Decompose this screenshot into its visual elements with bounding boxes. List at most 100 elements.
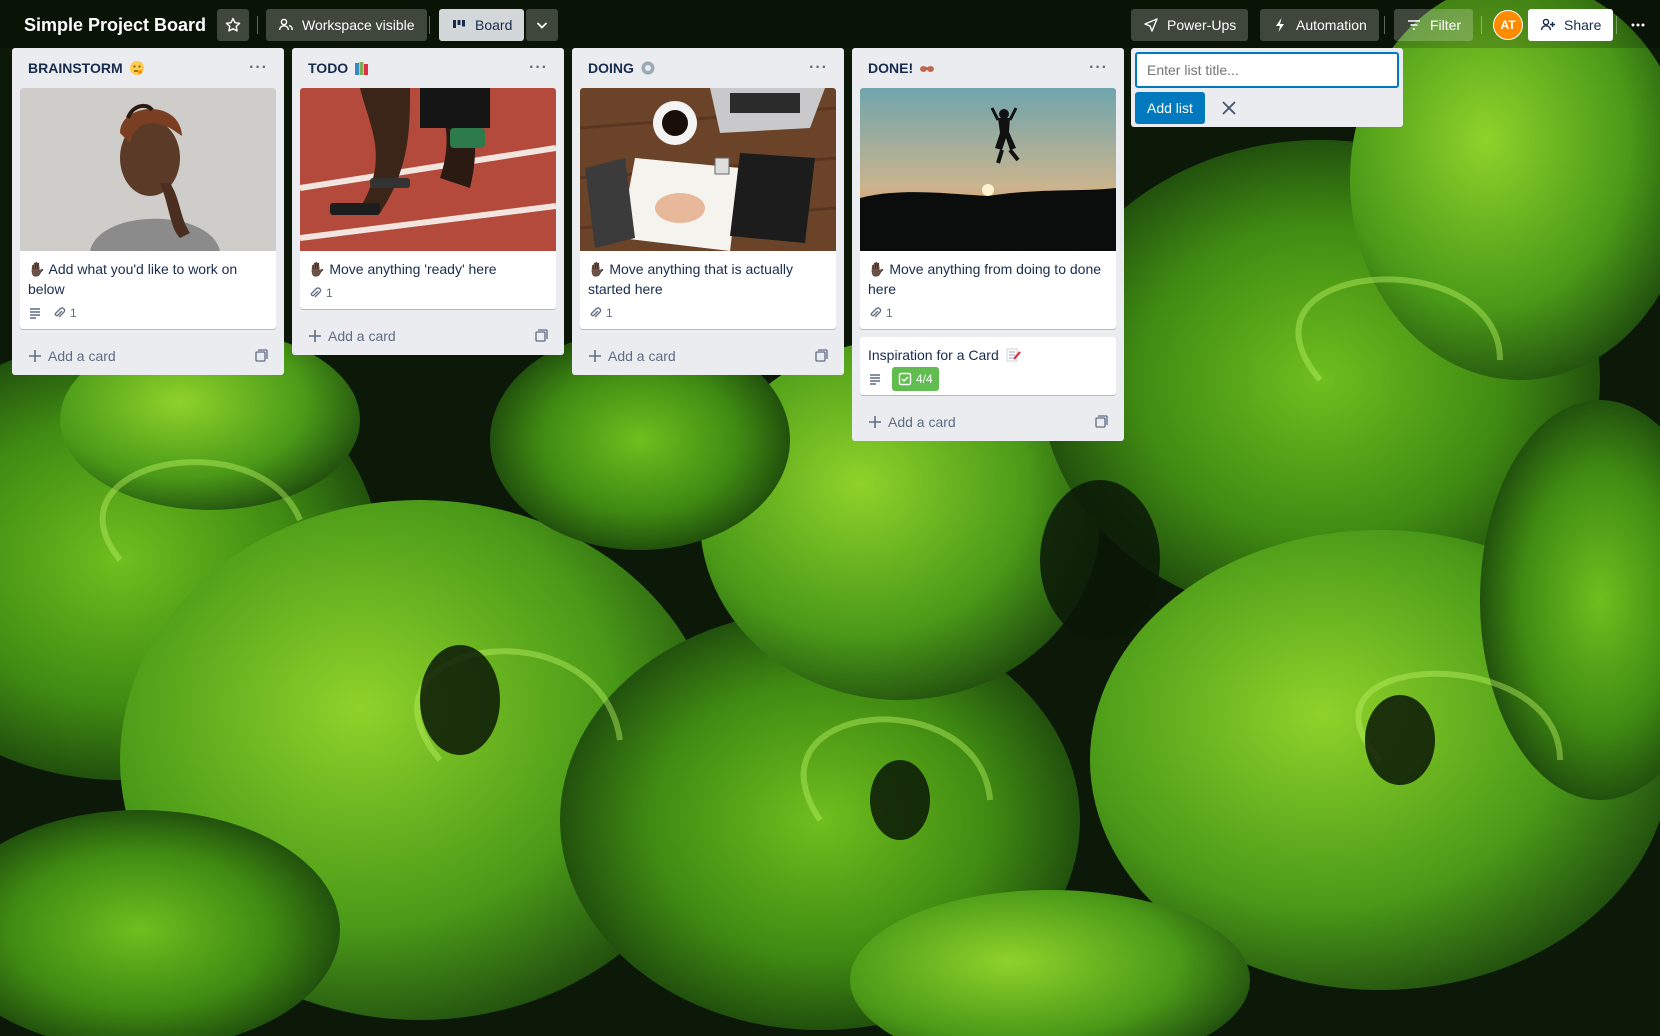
card[interactable]: Inspiration for a Card 4/4: [860, 337, 1116, 395]
board-view-button[interactable]: Board: [439, 9, 525, 41]
list-header[interactable]: DOING ···: [580, 48, 836, 88]
add-card-row: Add a card: [300, 317, 556, 355]
card[interactable]: ✋🏿 Move anything from doing to done here…: [860, 88, 1116, 329]
automation-label: Automation: [1296, 17, 1367, 33]
list-menu-button[interactable]: ···: [1089, 59, 1108, 77]
share-button[interactable]: Share: [1528, 9, 1614, 41]
filter-icon: [1408, 20, 1420, 30]
board-title[interactable]: Simple Project Board: [14, 10, 216, 40]
power-ups-button[interactable]: Power-Ups: [1131, 9, 1249, 41]
close-add-list-button[interactable]: [1215, 94, 1243, 122]
card-template-icon[interactable]: [534, 329, 548, 343]
card-cover-image-runner-start: [300, 88, 556, 251]
share-label: Share: [1564, 17, 1602, 33]
list-todo: TODO ··· ✋🏿 Move anything 'ready' here 1: [292, 48, 564, 355]
card-cover-image-woman-thinking: [20, 88, 276, 251]
card-body: ✋🏿 Move anything 'ready' here 1: [300, 251, 556, 309]
sunglasses-icon: [920, 66, 935, 72]
board-icon: [453, 20, 465, 28]
card-badges: 1: [28, 303, 268, 323]
board-header: Simple Project Board Workspace visible B…: [0, 0, 1660, 48]
star-icon: [225, 17, 241, 32]
plus-icon: [589, 350, 601, 362]
add-card-button[interactable]: Add a card: [308, 328, 396, 344]
people-icon: [278, 18, 294, 31]
card[interactable]: ✋🏿 Add what you'd like to work on below …: [20, 88, 276, 329]
paperclip-icon: [590, 307, 602, 318]
list-title-wrap: DOING: [588, 60, 656, 76]
card-body: ✋🏿 Move anything that is actually starte…: [580, 251, 836, 329]
workspace-visible-button[interactable]: Workspace visible: [266, 9, 427, 41]
list-title: TODO: [308, 60, 349, 76]
list-title: DOING: [588, 60, 634, 76]
list-title: BRAINSTORM: [28, 60, 123, 76]
filter-button[interactable]: Filter: [1394, 9, 1474, 41]
card-template-icon[interactable]: [1094, 415, 1108, 429]
add-card-button[interactable]: Add a card: [588, 348, 676, 364]
add-card-button[interactable]: Add a card: [868, 414, 956, 430]
card[interactable]: ✋🏿 Move anything 'ready' here 1: [300, 88, 556, 309]
checklist-badge: 4/4: [892, 367, 939, 391]
header-divider: [1616, 16, 1617, 34]
attachment-count: 1: [70, 306, 77, 320]
card-title: ✋🏿 Move anything that is actually starte…: [588, 261, 793, 297]
list-title-wrap: DONE!: [868, 60, 935, 76]
header-divider: [257, 16, 258, 34]
card-badges: 4/4: [868, 367, 1108, 391]
workspace-visible-label: Workspace visible: [302, 17, 415, 33]
list-header[interactable]: BRAINSTORM ···: [20, 48, 276, 88]
add-card-row: Add a card: [860, 403, 1116, 441]
list-title: DONE!: [868, 60, 914, 76]
member-avatar[interactable]: AT: [1493, 10, 1523, 40]
board-view-label: Board: [475, 17, 513, 33]
list-menu-button[interactable]: ···: [809, 59, 828, 77]
list-doing: DOING ··· ✋🏿 Move anything that is actua…: [572, 48, 844, 375]
attachment-badge: 1: [588, 303, 613, 323]
list-title-wrap: TODO: [308, 60, 370, 76]
checklist-icon: [898, 372, 912, 386]
add-card-label: Add a card: [48, 348, 116, 364]
card-template-icon[interactable]: [254, 349, 268, 363]
books-icon: [355, 62, 369, 75]
thinking-face-icon: [129, 61, 144, 75]
automation-button[interactable]: Automation: [1260, 9, 1379, 41]
card[interactable]: ✋🏿 Move anything that is actually starte…: [580, 88, 836, 329]
add-card-button[interactable]: Add a card: [28, 348, 116, 364]
attachment-count: 1: [606, 306, 613, 320]
header-divider: [1481, 16, 1482, 34]
add-person-icon: [1540, 18, 1555, 31]
add-card-row: Add a card: [20, 337, 276, 375]
list-header[interactable]: DONE! ···: [860, 48, 1116, 88]
card-cover-image-jumping-silhouette: [860, 88, 1116, 251]
card-title: Inspiration for a Card: [868, 347, 999, 363]
list-brainstorm: BRAINSTORM ··· ✋🏿 Add what you'd like to…: [12, 48, 284, 375]
attachment-badge: 1: [868, 303, 893, 323]
paperclip-icon: [870, 307, 882, 318]
card-template-icon[interactable]: [814, 349, 828, 363]
list-title-wrap: BRAINSTORM: [28, 60, 145, 76]
view-switcher-button[interactable]: [526, 9, 558, 41]
board-menu-button[interactable]: [1622, 9, 1654, 41]
list-done: DONE! ··· ✋🏿 Move anything from doing to…: [852, 48, 1124, 441]
card-title-row: Inspiration for a Card: [868, 345, 1108, 365]
attachment-count: 1: [326, 286, 333, 300]
card-body: ✋🏿 Add what you'd like to work on below …: [20, 251, 276, 329]
gear-icon: [641, 61, 655, 75]
close-icon: [1222, 101, 1236, 115]
add-card-label: Add a card: [888, 414, 956, 430]
card-badges: 1: [588, 303, 828, 323]
memo-icon: [1006, 348, 1021, 362]
rocket-icon: [1144, 18, 1158, 32]
filter-label: Filter: [1430, 17, 1462, 33]
plus-icon: [309, 330, 321, 342]
list-menu-button[interactable]: ···: [529, 59, 548, 77]
list-header[interactable]: TODO ···: [300, 48, 556, 88]
description-icon: [870, 374, 880, 385]
list-menu-button[interactable]: ···: [249, 59, 268, 77]
add-list-actions: Add list: [1135, 92, 1399, 124]
paperclip-icon: [310, 287, 322, 298]
card-title: ✋🏿 Add what you'd like to work on below: [28, 261, 238, 297]
star-board-button[interactable]: [217, 9, 249, 41]
list-title-input[interactable]: [1135, 52, 1399, 88]
add-list-button[interactable]: Add list: [1135, 92, 1205, 124]
